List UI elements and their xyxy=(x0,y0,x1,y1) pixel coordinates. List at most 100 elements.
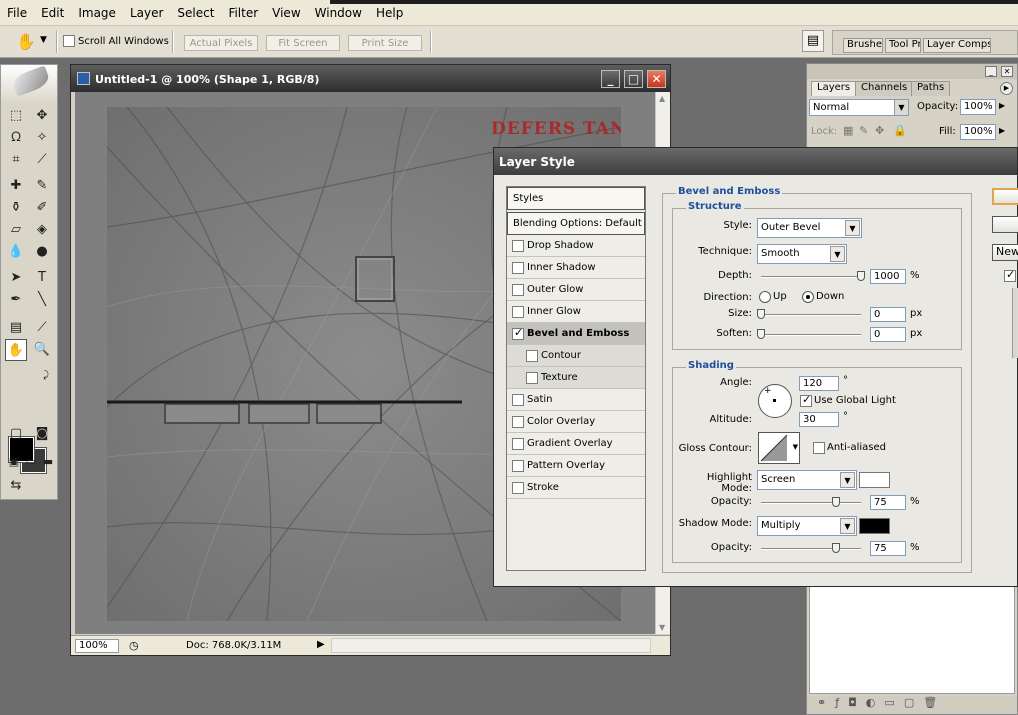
anti-aliased-checkbox[interactable] xyxy=(813,442,825,454)
layer-style-icon[interactable]: ƒ xyxy=(835,696,848,709)
panel-close-icon[interactable]: ✕ xyxy=(1001,66,1013,77)
menu-view[interactable]: View xyxy=(265,6,307,20)
maximize-icon[interactable]: □ xyxy=(624,70,643,88)
panel-menu-icon[interactable]: ▶ xyxy=(1000,82,1013,95)
bevel-style-select[interactable]: Outer Bevel ▼ xyxy=(757,218,862,238)
marquee-tool-icon[interactable]: ⬚ xyxy=(5,105,27,127)
scroll-all-windows-option[interactable]: Scroll All Windows xyxy=(63,35,169,47)
depth-input[interactable]: 1000 xyxy=(870,269,906,284)
magic-wand-tool-icon[interactable]: ✧ xyxy=(31,127,53,149)
angle-input[interactable]: 120 xyxy=(799,376,839,391)
eyedropper-tool-icon[interactable]: ⟋ xyxy=(31,317,53,339)
type-tool-icon[interactable]: T xyxy=(31,267,53,289)
status-menu-arrow-icon[interactable]: ▶ xyxy=(317,639,325,650)
close-icon[interactable]: ✕ xyxy=(647,70,666,88)
new-layer-icon[interactable]: ▢ xyxy=(904,696,923,709)
inner-glow-checkbox[interactable] xyxy=(512,305,524,318)
print-size-button[interactable]: Print Size xyxy=(348,35,422,51)
layers-panel-header[interactable]: _ ✕ xyxy=(807,64,1017,79)
lock-pixels-icon[interactable]: ✎ xyxy=(859,124,868,137)
shadow-opacity-input[interactable]: 75 xyxy=(870,541,906,556)
gradient-overlay-checkbox[interactable] xyxy=(512,437,524,450)
gloss-contour-picker[interactable]: ▼ xyxy=(758,432,800,464)
style-bevel-and-emboss[interactable]: Bevel and Emboss xyxy=(507,323,645,345)
dodge-tool-icon[interactable]: ● xyxy=(31,241,53,263)
tab-paths[interactable]: Paths xyxy=(911,81,951,96)
hand-tool-icon[interactable]: ✋ xyxy=(5,339,27,361)
actual-pixels-button[interactable]: Actual Pixels xyxy=(184,35,258,51)
highlight-opacity-slider-thumb[interactable] xyxy=(832,497,840,507)
document-icon[interactable]: ▤ xyxy=(802,30,824,52)
menu-layer[interactable]: Layer xyxy=(123,6,170,20)
scroll-up-icon[interactable]: ▲ xyxy=(659,94,665,103)
history-brush-icon[interactable]: ✐ xyxy=(31,197,53,219)
style-satin[interactable]: Satin xyxy=(507,389,645,411)
soften-slider-thumb[interactable] xyxy=(757,329,765,339)
document-titlebar[interactable]: Untitled-1 @ 100% (Shape 1, RGB/8) _ □ ✕ xyxy=(71,65,670,92)
inner-shadow-checkbox[interactable] xyxy=(512,261,524,274)
chevron-down-icon[interactable]: ▼ xyxy=(840,472,855,488)
menu-filter[interactable]: Filter xyxy=(221,6,265,20)
shadow-color-swatch[interactable] xyxy=(859,518,890,534)
shadow-opacity-slider[interactable] xyxy=(761,548,861,550)
altitude-input[interactable]: 30 xyxy=(799,412,839,427)
crop-tool-icon[interactable]: ⌗ xyxy=(5,149,27,171)
style-stroke[interactable]: Stroke xyxy=(507,477,645,499)
scroll-all-windows-checkbox[interactable] xyxy=(63,35,75,47)
chevron-down-icon[interactable]: ▼ xyxy=(830,246,845,262)
standard-mode-icon[interactable]: ▢ xyxy=(5,423,27,445)
chevron-down-icon[interactable]: ▼ xyxy=(793,443,798,451)
dialog-title[interactable]: Layer Style xyxy=(494,148,1017,175)
tab-layers[interactable]: Layers xyxy=(811,81,857,96)
satin-checkbox[interactable] xyxy=(512,393,524,406)
status-info-icon[interactable]: ◷ xyxy=(129,639,139,652)
outer-glow-checkbox[interactable] xyxy=(512,283,524,296)
delete-layer-icon[interactable]: 🗑 xyxy=(923,696,946,709)
pen-tool-icon[interactable]: ✒ xyxy=(5,289,27,311)
hand-tool-preset-icon[interactable]: ✋ xyxy=(16,32,36,51)
soften-input[interactable]: 0 xyxy=(870,327,906,342)
chevron-down-icon[interactable]: ▼ xyxy=(894,100,908,115)
menu-help[interactable]: Help xyxy=(369,6,410,20)
lasso-tool-icon[interactable]: ᘯ xyxy=(5,127,27,149)
preview-checkbox[interactable] xyxy=(1004,268,1016,282)
soften-slider[interactable] xyxy=(761,334,861,336)
swap-colors-icon[interactable]: ⤸ xyxy=(35,365,57,387)
scroll-down-icon[interactable]: ▼ xyxy=(659,623,665,632)
move-tool-icon[interactable]: ✥ xyxy=(31,105,53,127)
screen-mode-full-icon[interactable]: ▬ xyxy=(37,451,59,473)
menu-edit[interactable]: Edit xyxy=(34,6,71,20)
zoom-field[interactable]: 100% xyxy=(75,639,119,653)
fill-dropdown-icon[interactable]: ▶ xyxy=(999,126,1005,135)
style-outer-glow[interactable]: Outer Glow xyxy=(507,279,645,301)
imageready-jump-icon[interactable]: ⇆ xyxy=(5,475,27,497)
style-contour[interactable]: Contour xyxy=(507,345,645,367)
clone-stamp-icon[interactable]: ⚱ xyxy=(5,197,27,219)
style-drop-shadow[interactable]: Drop Shadow xyxy=(507,235,645,257)
contour-checkbox[interactable] xyxy=(526,349,538,362)
styles-header[interactable]: Styles xyxy=(507,187,645,210)
depth-slider[interactable] xyxy=(761,276,861,278)
tab-channels[interactable]: Channels xyxy=(855,81,914,96)
highlight-mode-select[interactable]: Screen ▼ xyxy=(757,470,857,490)
ok-button[interactable] xyxy=(992,188,1018,205)
shadow-opacity-slider-thumb[interactable] xyxy=(832,543,840,553)
paint-bucket-icon[interactable]: ◈ xyxy=(31,219,53,241)
highlight-opacity-slider[interactable] xyxy=(761,502,861,504)
new-style-button[interactable]: New xyxy=(992,244,1018,261)
group-icon[interactable]: ▭ xyxy=(884,696,903,709)
chevron-down-icon[interactable]: ▼ xyxy=(40,35,47,45)
adjustment-layer-icon[interactable]: ◐ xyxy=(866,696,885,709)
style-texture[interactable]: Texture xyxy=(507,367,645,389)
fit-screen-button[interactable]: Fit Screen xyxy=(266,35,340,51)
horizontal-scrollbar[interactable] xyxy=(331,638,651,653)
brush-tool-icon[interactable]: ✎ xyxy=(31,175,53,197)
size-slider-thumb[interactable] xyxy=(757,309,765,319)
blending-options-item[interactable]: Blending Options: Default xyxy=(507,212,645,235)
eraser-tool-icon[interactable]: ▱ xyxy=(5,219,27,241)
angle-dial[interactable]: + xyxy=(758,384,792,418)
line-tool-icon[interactable]: ╲ xyxy=(31,289,53,311)
blend-mode-select[interactable]: Normal ▼ xyxy=(809,99,909,116)
brushes-tab[interactable]: Brushes xyxy=(843,38,883,53)
direction-up-radio[interactable] xyxy=(759,291,771,303)
